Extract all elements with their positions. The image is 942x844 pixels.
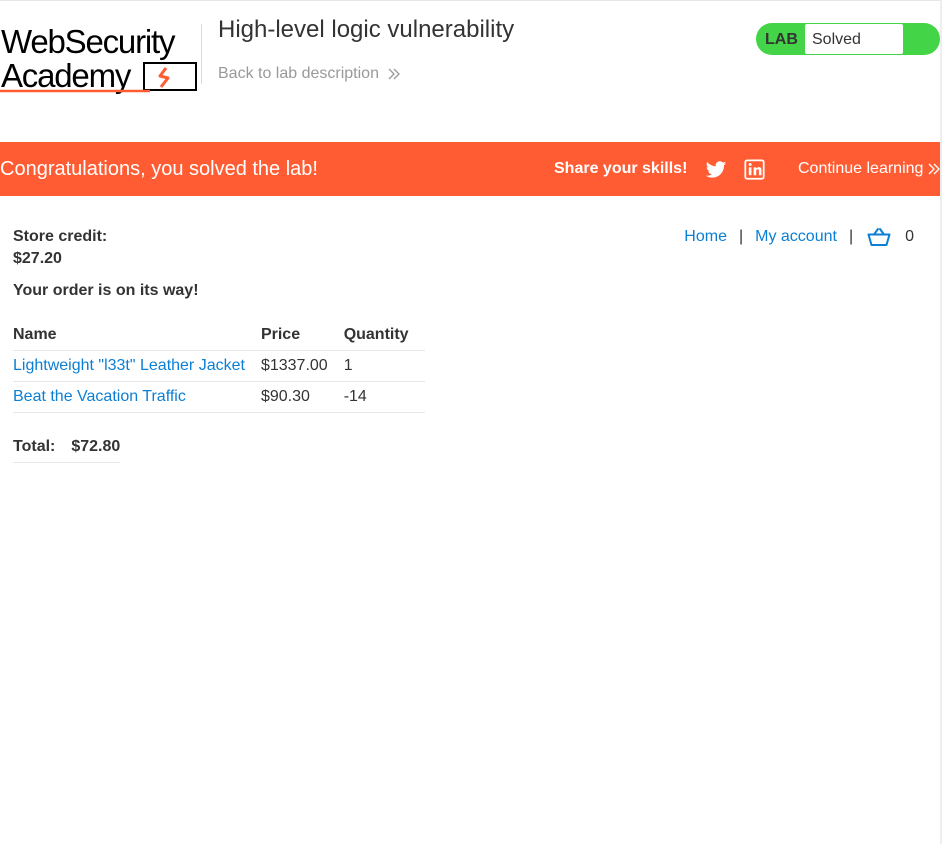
total-value: $72.80 [71, 438, 121, 455]
lab-status-badge: LAB Solved [756, 23, 940, 55]
table-header-row: Name Price Quantity [13, 319, 425, 351]
basket-icon [867, 228, 891, 246]
top-navigation: Home | My account | 0 [684, 227, 914, 247]
item-name-cell: Beat the Vacation Traffic [13, 381, 261, 413]
column-header-quantity: Quantity [343, 326, 409, 343]
order-confirmation-message: Your order is on its way! [13, 282, 199, 299]
lab-status-box: Solved [805, 24, 903, 54]
item-price-cell: $1337.00 [260, 350, 344, 382]
order-items-table: Name Price Quantity Lightweight "l33t" L… [13, 319, 425, 413]
order-total: Total: $72.80 [13, 438, 121, 463]
back-link-label: Back to lab description [218, 65, 379, 82]
item-name-cell: Lightweight "l33t" Leather Jacket [13, 350, 261, 382]
share-skills-label: Share your skills! [554, 160, 688, 177]
logo-text-line1: WebSecurity [1, 23, 176, 60]
item-price-cell: $90.30 [260, 381, 344, 413]
web-security-academy-logo[interactable]: WebSecurity Academy [0, 20, 200, 96]
logo-icon: WebSecurity Academy [0, 23, 197, 94]
lab-title: High-level logic vulnerability [218, 16, 515, 43]
table-row: Lightweight "l33t" Leather Jacket $1337.… [13, 350, 425, 382]
column-header-price: Price [260, 326, 301, 343]
top-border [0, 0, 942, 1]
lab-label: LAB [765, 31, 798, 48]
double-chevron-right-icon [928, 163, 941, 175]
nav-separator: | [738, 228, 744, 245]
store-credit-value: $27.20 [13, 250, 62, 267]
cart-count: 0 [905, 228, 914, 245]
twitter-icon[interactable] [705, 159, 727, 181]
column-header-name: Name [13, 326, 57, 343]
logo-divider [201, 24, 202, 84]
home-link[interactable]: Home [684, 228, 727, 246]
cart-link[interactable]: 0 [867, 227, 914, 247]
my-account-link[interactable]: My account [755, 228, 837, 246]
continue-learning-label: Continue learning [798, 160, 924, 177]
store-credit-label: Store credit: [13, 228, 108, 245]
back-to-lab-description-link[interactable]: Back to lab description [218, 65, 401, 83]
congratulations-message: Congratulations, you solved the lab! [0, 158, 318, 180]
product-link[interactable]: Lightweight "l33t" Leather Jacket [13, 357, 245, 374]
lab-status-text: Solved [812, 31, 861, 48]
total-label: Total: [13, 438, 56, 455]
item-quantity-cell: -14 [343, 381, 425, 413]
linkedin-icon[interactable] [744, 159, 765, 180]
double-chevron-right-icon [388, 68, 400, 80]
nav-separator: | [848, 228, 854, 245]
logo-text-line2: Academy [1, 57, 132, 94]
continue-learning-link[interactable]: Continue learning [798, 160, 941, 178]
solved-banner: Congratulations, you solved the lab! Sha… [0, 142, 941, 196]
item-quantity-cell: 1 [343, 350, 425, 382]
product-link[interactable]: Beat the Vacation Traffic [13, 388, 186, 405]
table-row: Beat the Vacation Traffic $90.30 -14 [13, 381, 425, 413]
